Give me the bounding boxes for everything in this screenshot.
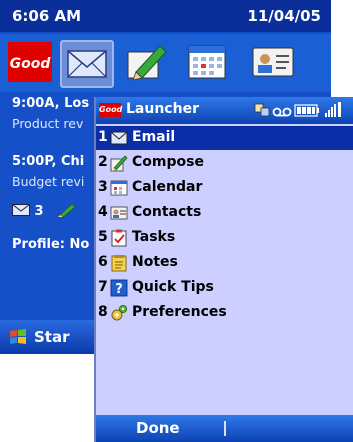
menu-item-label: Preferences — [132, 304, 227, 320]
signal-strength-icon — [325, 102, 341, 117]
preferences-icon — [111, 305, 127, 321]
menu-item-label: Notes — [132, 254, 178, 270]
good-logo-icon: Good — [99, 103, 122, 117]
unread-mail-count: 3 — [34, 204, 44, 219]
email-icon — [110, 131, 128, 145]
menu-item-label: Tasks — [132, 229, 176, 245]
agenda-item-subtitle[interactable]: Product rev — [12, 116, 83, 131]
sync-icon — [254, 103, 270, 117]
menu-item-quick-tips[interactable]: 7 ? Quick Tips — [96, 276, 353, 300]
menu-item-label: Calendar — [132, 179, 203, 195]
contacts-icon[interactable] — [250, 40, 296, 84]
launcher-window: Good Launcher 1 Email 2 Compose 3 Calend… — [96, 97, 353, 442]
launcher-title-bar: Good Launcher — [96, 97, 353, 124]
compose-icon[interactable] — [124, 40, 170, 84]
menu-item-email[interactable]: 1 Email — [96, 126, 353, 150]
menu-item-number: 5 — [98, 229, 108, 245]
start-button-label[interactable]: Star — [34, 328, 70, 346]
profile-status[interactable]: Profile: No — [12, 237, 89, 252]
menu-item-number: 7 — [98, 279, 108, 295]
menu-item-preferences[interactable]: 8 Preferences — [96, 301, 353, 325]
agenda-item-title[interactable]: 5:00P, Chi — [12, 154, 84, 169]
menu-item-label: Email — [132, 129, 176, 145]
agenda-item-subtitle[interactable]: Budget revi — [12, 174, 84, 189]
voicemail-icon — [272, 107, 292, 117]
soft-key-divider — [224, 421, 226, 436]
menu-item-label: Compose — [132, 154, 204, 170]
mail-icon[interactable] — [60, 40, 114, 88]
menu-item-compose[interactable]: 2 Compose — [96, 151, 353, 175]
menu-item-label: Contacts — [132, 204, 202, 220]
battery-icon — [294, 104, 319, 117]
calendar-icon[interactable] — [184, 40, 230, 84]
notes-icon — [111, 255, 127, 272]
today-counts-row[interactable]: 3 — [12, 203, 76, 219]
menu-item-label: Quick Tips — [132, 279, 214, 295]
status-icons — [254, 102, 341, 117]
tasks-icon — [111, 229, 127, 247]
menu-item-contacts[interactable]: 4 Contacts — [96, 201, 353, 225]
svg-text:?: ? — [115, 282, 123, 297]
menu-item-number: 2 — [98, 154, 108, 170]
quick-tips-icon: ? — [110, 279, 128, 297]
clock-time[interactable]: 6:06 AM — [12, 7, 81, 25]
today-top-bar: 6:06 AM 11/04/05 — [0, 0, 331, 32]
compose-icon — [58, 203, 76, 218]
compose-icon — [110, 155, 128, 172]
window-title: Launcher — [126, 101, 199, 117]
menu-item-tasks[interactable]: 5 Tasks — [96, 226, 353, 250]
calendar-icon — [110, 180, 128, 196]
menu-item-number: 1 — [98, 129, 108, 145]
good-logo-icon[interactable]: Good — [8, 42, 52, 82]
menu-item-calendar[interactable]: 3 Calendar — [96, 176, 353, 200]
menu-item-number: 8 — [98, 304, 108, 320]
menu-item-number: 6 — [98, 254, 108, 270]
envelope-icon — [12, 204, 30, 216]
menu-item-notes[interactable]: 6 Notes — [96, 251, 353, 275]
soft-key-bar: Done — [96, 415, 353, 442]
menu-item-number: 3 — [98, 179, 108, 195]
windows-flag-icon[interactable] — [8, 328, 28, 346]
contacts-icon — [110, 206, 128, 220]
date-display[interactable]: 11/04/05 — [247, 7, 321, 25]
today-icon-row: Good — [0, 34, 331, 92]
menu-item-number: 4 — [98, 204, 108, 220]
agenda-item-title[interactable]: 9:00A, Los — [12, 96, 89, 111]
done-button[interactable]: Done — [136, 419, 180, 437]
